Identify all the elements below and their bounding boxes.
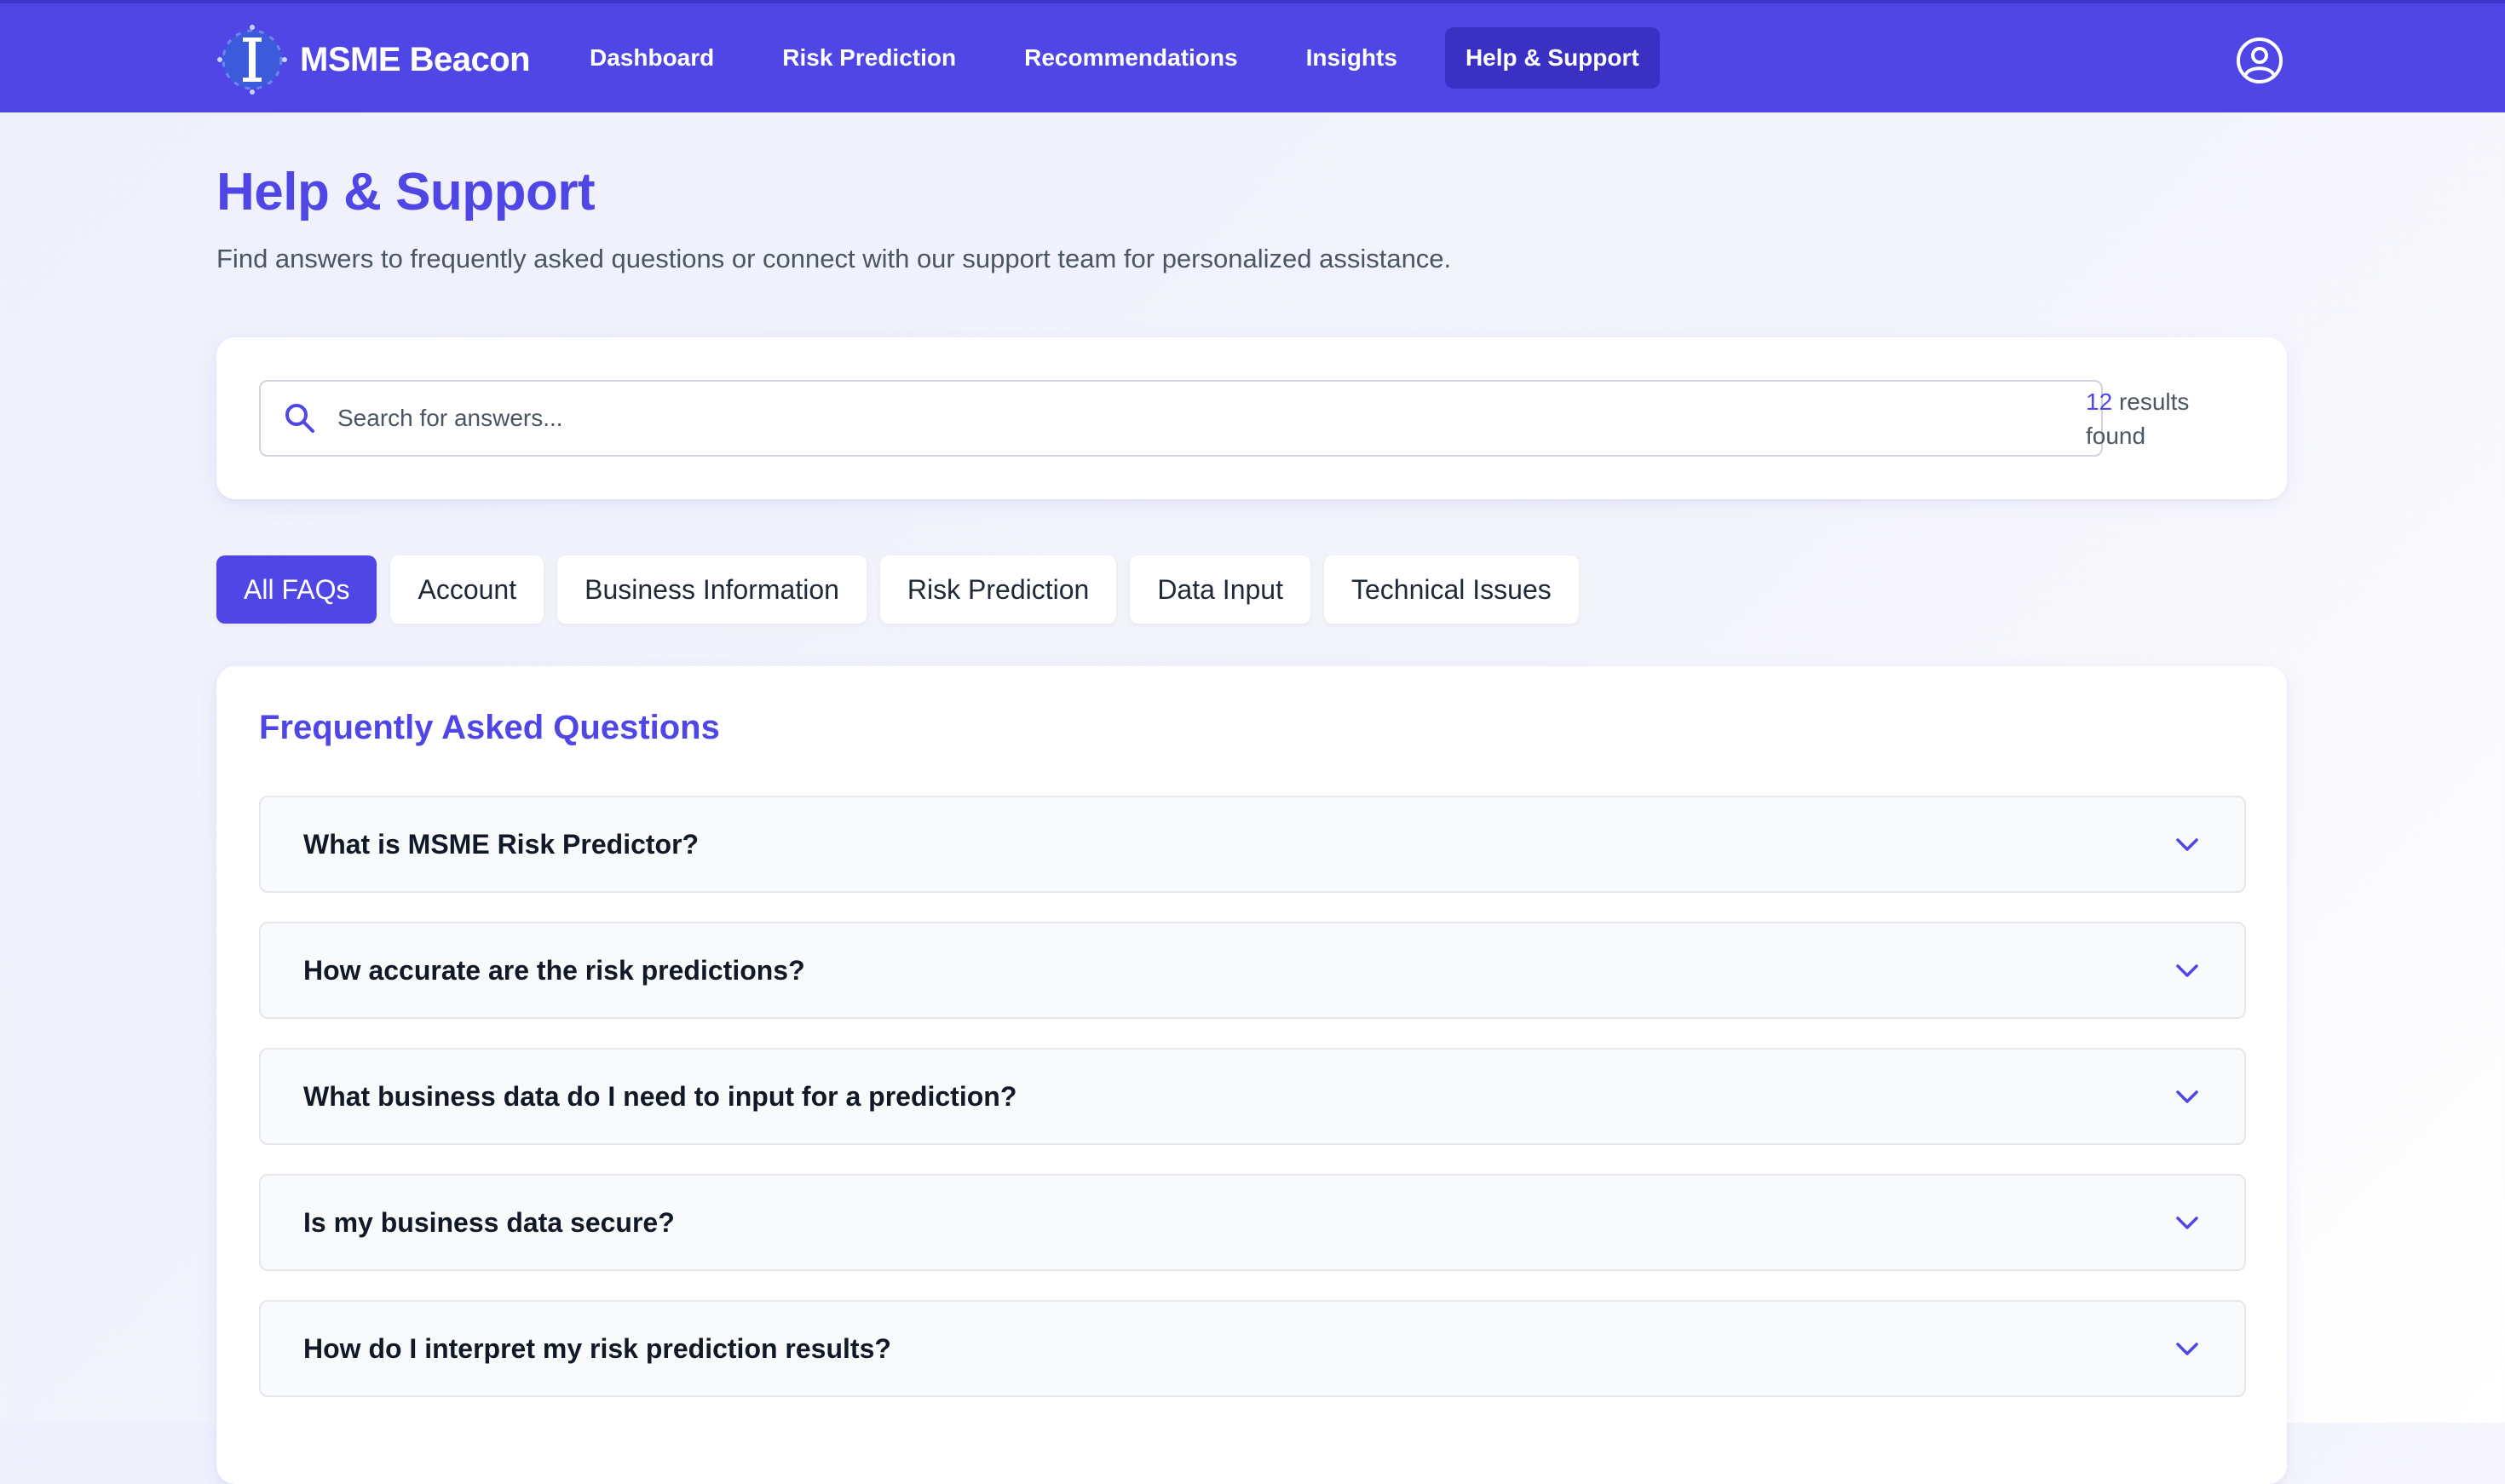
search-input[interactable] <box>336 404 2043 433</box>
main-nav: Dashboard Risk Prediction Recommendation… <box>569 27 1687 89</box>
brand[interactable]: MSME Beacon <box>216 24 531 95</box>
nav-dashboard[interactable]: Dashboard <box>569 27 734 89</box>
nav-insights[interactable]: Insights <box>1286 27 1418 89</box>
faq-item[interactable]: What is MSME Risk Predictor? <box>259 796 2246 893</box>
tab-risk-prediction[interactable]: Risk Prediction <box>879 555 1117 624</box>
tab-business-information[interactable]: Business Information <box>557 555 867 624</box>
faq-question: What business data do I need to input fo… <box>303 1080 1017 1112</box>
faq-list: What is MSME Risk Predictor? How accurat… <box>259 796 2246 1426</box>
search-icon <box>285 404 314 433</box>
faq-item[interactable]: How accurate are the risk predictions? <box>259 922 2246 1019</box>
faq-heading: Frequently Asked Questions <box>259 709 720 746</box>
page-title: Help & Support <box>216 163 596 221</box>
faq-question: How accurate are the risk predictions? <box>303 954 805 986</box>
faq-question: How do I interpret my risk prediction re… <box>303 1332 891 1364</box>
tab-data-input[interactable]: Data Input <box>1130 555 1310 624</box>
tab-technical-issues[interactable]: Technical Issues <box>1323 555 1579 624</box>
faq-question: What is MSME Risk Predictor? <box>303 828 700 860</box>
page-subtitle: Find answers to frequently asked questio… <box>216 244 1452 273</box>
faq-item[interactable]: What business data do I need to input fo… <box>259 1048 2246 1145</box>
tab-account[interactable]: Account <box>390 555 544 624</box>
chevron-down-icon[interactable] <box>2173 1082 2202 1111</box>
top-navbar: MSME Beacon Dashboard Risk Prediction Re… <box>0 0 2505 112</box>
results-count: 12 results found <box>2086 385 2239 453</box>
nav-recommendations[interactable]: Recommendations <box>1004 27 1258 89</box>
results-number: 12 <box>2086 388 2113 415</box>
beacon-logo-icon <box>216 24 288 95</box>
chevron-down-icon[interactable] <box>2173 1208 2202 1237</box>
search-card: 12 results found <box>216 337 2287 499</box>
brand-name: MSME Beacon <box>300 40 531 78</box>
search-box[interactable] <box>259 380 2103 457</box>
faq-question: Is my business data secure? <box>303 1206 675 1238</box>
chevron-down-icon[interactable] <box>2173 830 2202 859</box>
chevron-down-icon[interactable] <box>2173 956 2202 985</box>
faq-card: Frequently Asked Questions What is MSME … <box>216 666 2287 1484</box>
faq-item[interactable]: Is my business data secure? <box>259 1174 2246 1271</box>
chevron-down-icon[interactable] <box>2173 1334 2202 1363</box>
nav-risk-prediction[interactable]: Risk Prediction <box>762 27 976 89</box>
category-tabs: All FAQs Account Business Information Ri… <box>216 555 1592 624</box>
user-circle-icon[interactable] <box>2235 36 2284 85</box>
faq-item[interactable]: How do I interpret my risk prediction re… <box>259 1300 2246 1397</box>
nav-help-support[interactable]: Help & Support <box>1444 27 1660 89</box>
tab-all-faqs[interactable]: All FAQs <box>216 555 377 624</box>
